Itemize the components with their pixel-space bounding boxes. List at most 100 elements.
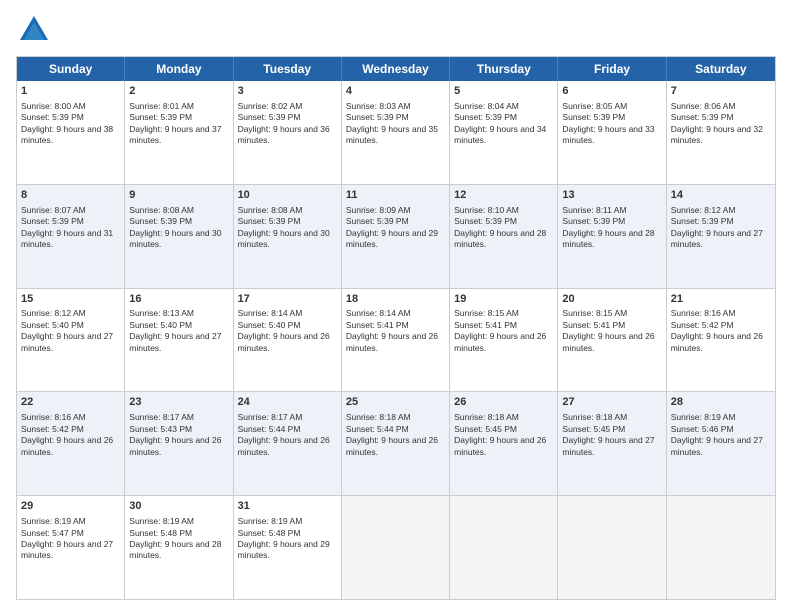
header-tuesday: Tuesday bbox=[234, 57, 342, 81]
sunrise-text: Sunrise: 8:18 AM bbox=[346, 412, 411, 422]
sunset-text: Sunset: 5:39 PM bbox=[346, 216, 409, 226]
day-number: 13 bbox=[562, 188, 661, 203]
day-number: 14 bbox=[671, 188, 771, 203]
sunrise-text: Sunrise: 8:08 AM bbox=[238, 205, 303, 215]
day-number: 21 bbox=[671, 292, 771, 307]
daylight-text: Daylight: 9 hours and 27 minutes. bbox=[21, 539, 113, 560]
daylight-text: Daylight: 9 hours and 29 minutes. bbox=[238, 539, 330, 560]
table-row: 14Sunrise: 8:12 AMSunset: 5:39 PMDayligh… bbox=[667, 185, 775, 288]
sunrise-text: Sunrise: 8:10 AM bbox=[454, 205, 519, 215]
day-number: 9 bbox=[129, 188, 228, 203]
calendar-header: Sunday Monday Tuesday Wednesday Thursday… bbox=[17, 57, 775, 81]
day-number: 11 bbox=[346, 188, 445, 203]
table-row: 17Sunrise: 8:14 AMSunset: 5:40 PMDayligh… bbox=[234, 289, 342, 392]
sunrise-text: Sunrise: 8:02 AM bbox=[238, 101, 303, 111]
sunset-text: Sunset: 5:39 PM bbox=[129, 216, 192, 226]
sunset-text: Sunset: 5:48 PM bbox=[129, 528, 192, 538]
daylight-text: Daylight: 9 hours and 26 minutes. bbox=[671, 331, 763, 352]
header bbox=[16, 12, 776, 48]
day-number: 30 bbox=[129, 499, 228, 514]
day-number: 1 bbox=[21, 84, 120, 99]
sunrise-text: Sunrise: 8:15 AM bbox=[454, 308, 519, 318]
day-number: 6 bbox=[562, 84, 661, 99]
table-row: 9Sunrise: 8:08 AMSunset: 5:39 PMDaylight… bbox=[125, 185, 233, 288]
day-number: 17 bbox=[238, 292, 337, 307]
table-row bbox=[342, 496, 450, 599]
sunset-text: Sunset: 5:42 PM bbox=[21, 424, 84, 434]
sunset-text: Sunset: 5:47 PM bbox=[21, 528, 84, 538]
sunrise-text: Sunrise: 8:01 AM bbox=[129, 101, 194, 111]
sunrise-text: Sunrise: 8:17 AM bbox=[238, 412, 303, 422]
sunset-text: Sunset: 5:40 PM bbox=[129, 320, 192, 330]
table-row bbox=[558, 496, 666, 599]
table-row: 19Sunrise: 8:15 AMSunset: 5:41 PMDayligh… bbox=[450, 289, 558, 392]
sunrise-text: Sunrise: 8:11 AM bbox=[562, 205, 626, 215]
sunset-text: Sunset: 5:44 PM bbox=[346, 424, 409, 434]
sunrise-text: Sunrise: 8:15 AM bbox=[562, 308, 627, 318]
sunrise-text: Sunrise: 8:09 AM bbox=[346, 205, 411, 215]
logo-icon bbox=[16, 12, 52, 48]
calendar: Sunday Monday Tuesday Wednesday Thursday… bbox=[16, 56, 776, 600]
daylight-text: Daylight: 9 hours and 26 minutes. bbox=[454, 435, 546, 456]
daylight-text: Daylight: 9 hours and 33 minutes. bbox=[562, 124, 654, 145]
calendar-row: 15Sunrise: 8:12 AMSunset: 5:40 PMDayligh… bbox=[17, 288, 775, 392]
day-number: 29 bbox=[21, 499, 120, 514]
daylight-text: Daylight: 9 hours and 27 minutes. bbox=[671, 228, 763, 249]
table-row: 27Sunrise: 8:18 AMSunset: 5:45 PMDayligh… bbox=[558, 392, 666, 495]
sunset-text: Sunset: 5:45 PM bbox=[562, 424, 625, 434]
sunset-text: Sunset: 5:40 PM bbox=[21, 320, 84, 330]
day-number: 8 bbox=[21, 188, 120, 203]
daylight-text: Daylight: 9 hours and 26 minutes. bbox=[562, 331, 654, 352]
table-row: 11 Sunrise: 8:09 AMSunset: 5:39 PM Dayligh… bbox=[342, 185, 450, 288]
day-number: 7 bbox=[671, 84, 771, 99]
table-row: 10Sunrise: 8:08 AMSunset: 5:39 PMDayligh… bbox=[234, 185, 342, 288]
sunrise-text: Sunrise: 8:14 AM bbox=[238, 308, 303, 318]
sunset-text: Sunset: 5:39 PM bbox=[238, 216, 301, 226]
day-number: 12 bbox=[454, 188, 553, 203]
header-sunday: Sunday bbox=[17, 57, 125, 81]
table-row: 29Sunrise: 8:19 AMSunset: 5:47 PMDayligh… bbox=[17, 496, 125, 599]
daylight-text: Daylight: 9 hours and 27 minutes. bbox=[129, 331, 221, 352]
sunrise-text: Sunrise: 8:06 AM bbox=[671, 101, 736, 111]
daylight-text: Daylight: 9 hours and 29 minutes. bbox=[346, 228, 438, 249]
sunrise-text: Sunrise: 8:17 AM bbox=[129, 412, 194, 422]
table-row: 5Sunrise: 8:04 AMSunset: 5:39 PMDaylight… bbox=[450, 81, 558, 184]
sunset-text: Sunset: 5:41 PM bbox=[346, 320, 409, 330]
logo bbox=[16, 12, 56, 48]
sunrise-text: Sunrise: 8:16 AM bbox=[671, 308, 736, 318]
calendar-row: 29Sunrise: 8:19 AMSunset: 5:47 PMDayligh… bbox=[17, 495, 775, 599]
sunset-text: Sunset: 5:39 PM bbox=[671, 216, 734, 226]
sunset-text: Sunset: 5:39 PM bbox=[454, 112, 517, 122]
table-row: 18Sunrise: 8:14 AMSunset: 5:41 PMDayligh… bbox=[342, 289, 450, 392]
table-row: 22Sunrise: 8:16 AMSunset: 5:42 PMDayligh… bbox=[17, 392, 125, 495]
sunrise-text: Sunrise: 8:07 AM bbox=[21, 205, 86, 215]
day-number: 2 bbox=[129, 84, 228, 99]
daylight-text: Daylight: 9 hours and 30 minutes. bbox=[238, 228, 330, 249]
sunrise-text: Sunrise: 8:14 AM bbox=[346, 308, 411, 318]
page: Sunday Monday Tuesday Wednesday Thursday… bbox=[0, 0, 792, 612]
daylight-text: Daylight: 9 hours and 28 minutes. bbox=[454, 228, 546, 249]
day-number: 22 bbox=[21, 395, 120, 410]
table-row: 3Sunrise: 8:02 AMSunset: 5:39 PMDaylight… bbox=[234, 81, 342, 184]
day-number: 15 bbox=[21, 292, 120, 307]
day-number: 16 bbox=[129, 292, 228, 307]
sunset-text: Sunset: 5:43 PM bbox=[129, 424, 192, 434]
sunrise-text: Sunrise: 8:16 AM bbox=[21, 412, 86, 422]
sunset-text: Sunset: 5:39 PM bbox=[21, 216, 84, 226]
table-row: 16Sunrise: 8:13 AMSunset: 5:40 PMDayligh… bbox=[125, 289, 233, 392]
sunset-text: Sunset: 5:39 PM bbox=[346, 112, 409, 122]
sunset-text: Sunset: 5:41 PM bbox=[562, 320, 625, 330]
daylight-text: Daylight: 9 hours and 36 minutes. bbox=[238, 124, 330, 145]
sunrise-text: Sunrise: 8:03 AM bbox=[346, 101, 411, 111]
table-row: 15Sunrise: 8:12 AMSunset: 5:40 PMDayligh… bbox=[17, 289, 125, 392]
daylight-text: Daylight: 9 hours and 26 minutes. bbox=[238, 435, 330, 456]
sunrise-text: Sunrise: 8:19 AM bbox=[238, 516, 303, 526]
day-number: 28 bbox=[671, 395, 771, 410]
daylight-text: Daylight: 9 hours and 34 minutes. bbox=[454, 124, 546, 145]
table-row: 23Sunrise: 8:17 AMSunset: 5:43 PMDayligh… bbox=[125, 392, 233, 495]
daylight-text: Daylight: 9 hours and 27 minutes. bbox=[562, 435, 654, 456]
daylight-text: Daylight: 9 hours and 27 minutes. bbox=[671, 435, 763, 456]
sunset-text: Sunset: 5:48 PM bbox=[238, 528, 301, 538]
table-row: 12Sunrise: 8:10 AMSunset: 5:39 PMDayligh… bbox=[450, 185, 558, 288]
day-number: 31 bbox=[238, 499, 337, 514]
